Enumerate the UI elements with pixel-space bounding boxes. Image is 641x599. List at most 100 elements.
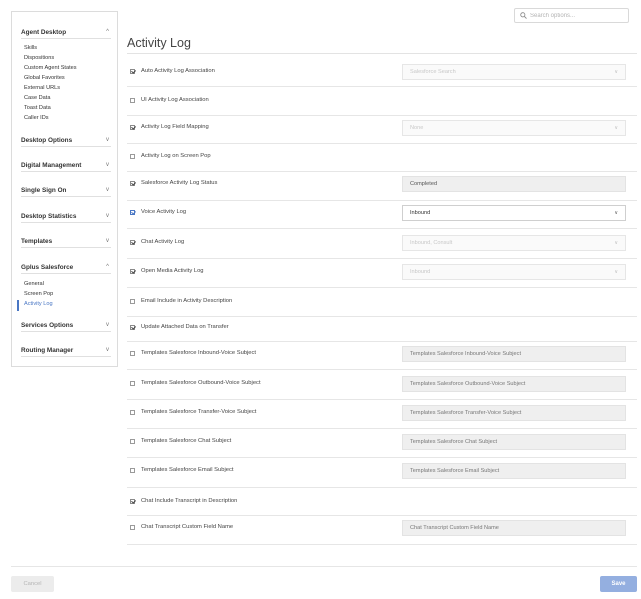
sidebar-item-dispositions[interactable]: Dispositions <box>24 55 54 61</box>
sidebar-section-single-sign-on[interactable]: Single Sign On v <box>21 184 111 197</box>
cancel-button[interactable]: Cancel <box>11 576 54 592</box>
search-box[interactable] <box>514 8 629 23</box>
chat-transcript-custom-field-name-checkbox[interactable] <box>130 525 135 530</box>
salesforce-activity-log-status-label: Salesforce Activity Log Status <box>141 180 218 186</box>
sidebar-item-case-data[interactable]: Case Data <box>24 95 50 101</box>
section-label: Routing Manager <box>21 346 74 354</box>
field-placeholder: Templates Salesforce Email Subject <box>410 468 500 474</box>
row-divider <box>127 515 637 516</box>
field-value: None <box>410 125 424 131</box>
section-label: Gplus Salesforce <box>21 263 74 271</box>
sidebar-item-toast-data[interactable]: Toast Data <box>24 105 51 111</box>
sidebar-item-caller-ids[interactable]: Caller IDs <box>24 115 49 121</box>
chat-include-transcript-in-description-label: Chat Include Transcript in Description <box>141 498 238 504</box>
templates-salesforce-transfer-voice-subject-checkbox[interactable] <box>130 410 135 415</box>
section-label: Services Options <box>21 321 74 329</box>
templates-salesforce-email-subject-checkbox[interactable] <box>130 468 135 473</box>
row-divider <box>127 115 637 116</box>
sidebar-item-external-urls[interactable]: External URLs <box>24 85 60 91</box>
save-button[interactable]: Save <box>600 576 637 592</box>
row-divider <box>127 200 637 201</box>
activity-log-field-mapping-select: None ∨ <box>402 120 626 136</box>
templates-salesforce-chat-subject-field[interactable]: Templates Salesforce Chat Subject <box>402 434 626 450</box>
voice-activity-log-checkbox[interactable] <box>130 210 135 215</box>
sidebar-section-templates[interactable]: Templates v <box>21 235 111 248</box>
sidebar-section-digital-management[interactable]: Digital Management v <box>21 159 111 172</box>
row-divider <box>127 258 637 259</box>
voice-activity-log-select[interactable]: Inbound ∨ <box>402 205 626 221</box>
sidebar-item-activity-log[interactable]: Activity Log <box>24 301 53 307</box>
open-media-activity-log-select: Inbound ∨ <box>402 264 626 280</box>
templates-salesforce-email-subject-field[interactable]: Templates Salesforce Email Subject <box>402 463 626 479</box>
email-include-in-activity-description-label: Email Include in Activity Description <box>141 298 233 304</box>
auto-activity-log-association-select: Salesforce Search ∨ <box>402 64 626 80</box>
sidebar-nav: Agent Desktop ^ Skills Dispositions Cust… <box>11 11 118 367</box>
templates-salesforce-transfer-voice-subject-field[interactable]: Templates Salesforce Transfer-Voice Subj… <box>402 405 626 421</box>
chevron-down-icon: ∨ <box>614 240 618 246</box>
chevron-down-icon: v <box>106 238 109 244</box>
chevron-down-icon: v <box>106 187 109 193</box>
email-include-in-activity-description-checkbox[interactable] <box>130 299 135 304</box>
chevron-down-icon: v <box>106 322 109 328</box>
row-divider <box>127 399 637 400</box>
salesforce-activity-log-status-checkbox[interactable] <box>130 181 135 186</box>
templates-salesforce-outbound-voice-subject-checkbox[interactable] <box>130 381 135 386</box>
section-label: Desktop Options <box>21 136 73 144</box>
field-placeholder: Templates Salesforce Chat Subject <box>410 439 498 445</box>
activity-log-field-mapping-label: Activity Log Field Mapping <box>141 124 209 130</box>
templates-salesforce-outbound-voice-subject-label: Templates Salesforce Outbound-Voice Subj… <box>141 380 261 386</box>
chevron-down-icon: v <box>106 137 109 143</box>
row-divider <box>127 171 637 172</box>
title-divider <box>127 53 637 54</box>
chat-transcript-custom-field-name-label: Chat Transcript Custom Field Name <box>141 524 234 530</box>
auto-activity-log-association-checkbox[interactable] <box>130 69 135 74</box>
active-item-indicator <box>17 300 19 311</box>
templates-salesforce-chat-subject-checkbox[interactable] <box>130 439 135 444</box>
templates-salesforce-email-subject-label: Templates Salesforce Email Subject <box>141 467 234 473</box>
row-divider <box>127 143 637 144</box>
templates-salesforce-inbound-voice-subject-field[interactable]: Templates Salesforce Inbound-Voice Subje… <box>402 346 626 362</box>
sidebar-section-agent-desktop[interactable]: Agent Desktop ^ <box>21 26 111 39</box>
chevron-down-icon: ∨ <box>614 210 618 216</box>
open-media-activity-log-checkbox[interactable] <box>130 269 135 274</box>
salesforce-activity-log-status-field[interactable]: Completed <box>402 176 626 192</box>
sidebar-item-skills[interactable]: Skills <box>24 45 37 51</box>
activity-log-on-screen-pop-checkbox[interactable] <box>130 154 135 159</box>
row-divider <box>127 341 637 342</box>
ui-activity-log-association-label: UI Activity Log Association <box>141 97 209 103</box>
templates-salesforce-inbound-voice-subject-checkbox[interactable] <box>130 351 135 356</box>
chat-activity-log-label: Chat Activity Log <box>141 239 185 245</box>
section-label: Desktop Statistics <box>21 212 77 220</box>
chat-activity-log-select: Inbound, Consult ∨ <box>402 235 626 251</box>
sidebar-section-desktop-statistics[interactable]: Desktop Statistics v <box>21 210 111 223</box>
field-value: Inbound, Consult <box>410 240 453 246</box>
templates-salesforce-outbound-voice-subject-field[interactable]: Templates Salesforce Outbound-Voice Subj… <box>402 376 626 392</box>
row-divider <box>127 287 637 288</box>
sidebar-section-services-options[interactable]: Services Options v <box>21 319 111 332</box>
chevron-up-icon: ^ <box>106 264 109 270</box>
sidebar-item-custom-agent-states[interactable]: Custom Agent States <box>24 65 77 71</box>
footer-divider <box>11 566 637 567</box>
chat-transcript-custom-field-name-field[interactable]: Chat Transcript Custom Field Name <box>402 520 626 536</box>
row-divider <box>127 457 637 458</box>
sidebar-section-desktop-options[interactable]: Desktop Options v <box>21 134 111 147</box>
section-label: Single Sign On <box>21 186 67 194</box>
update-attached-data-on-transfer-checkbox[interactable] <box>130 325 135 330</box>
field-value: Inbound <box>410 269 431 275</box>
field-value: Salesforce Search <box>410 69 456 75</box>
activity-log-field-mapping-checkbox[interactable] <box>130 125 135 130</box>
sidebar-item-screen-pop[interactable]: Screen Pop <box>24 291 53 297</box>
sidebar-section-routing-manager[interactable]: Routing Manager v <box>21 344 111 357</box>
row-divider <box>127 487 637 488</box>
ui-activity-log-association-checkbox[interactable] <box>130 98 135 103</box>
sidebar-item-general[interactable]: General <box>24 281 44 287</box>
chat-activity-log-checkbox[interactable] <box>130 240 135 245</box>
sidebar-section-gplus-salesforce[interactable]: Gplus Salesforce ^ <box>21 261 111 274</box>
chat-include-transcript-in-description-checkbox[interactable] <box>130 499 135 504</box>
field-value: Completed <box>410 181 438 187</box>
chevron-down-icon: v <box>106 162 109 168</box>
row-divider <box>127 428 637 429</box>
search-input[interactable] <box>530 12 620 19</box>
sidebar-item-global-favorites[interactable]: Global Favorites <box>24 75 65 81</box>
activity-log-on-screen-pop-label: Activity Log on Screen Pop <box>141 153 211 159</box>
